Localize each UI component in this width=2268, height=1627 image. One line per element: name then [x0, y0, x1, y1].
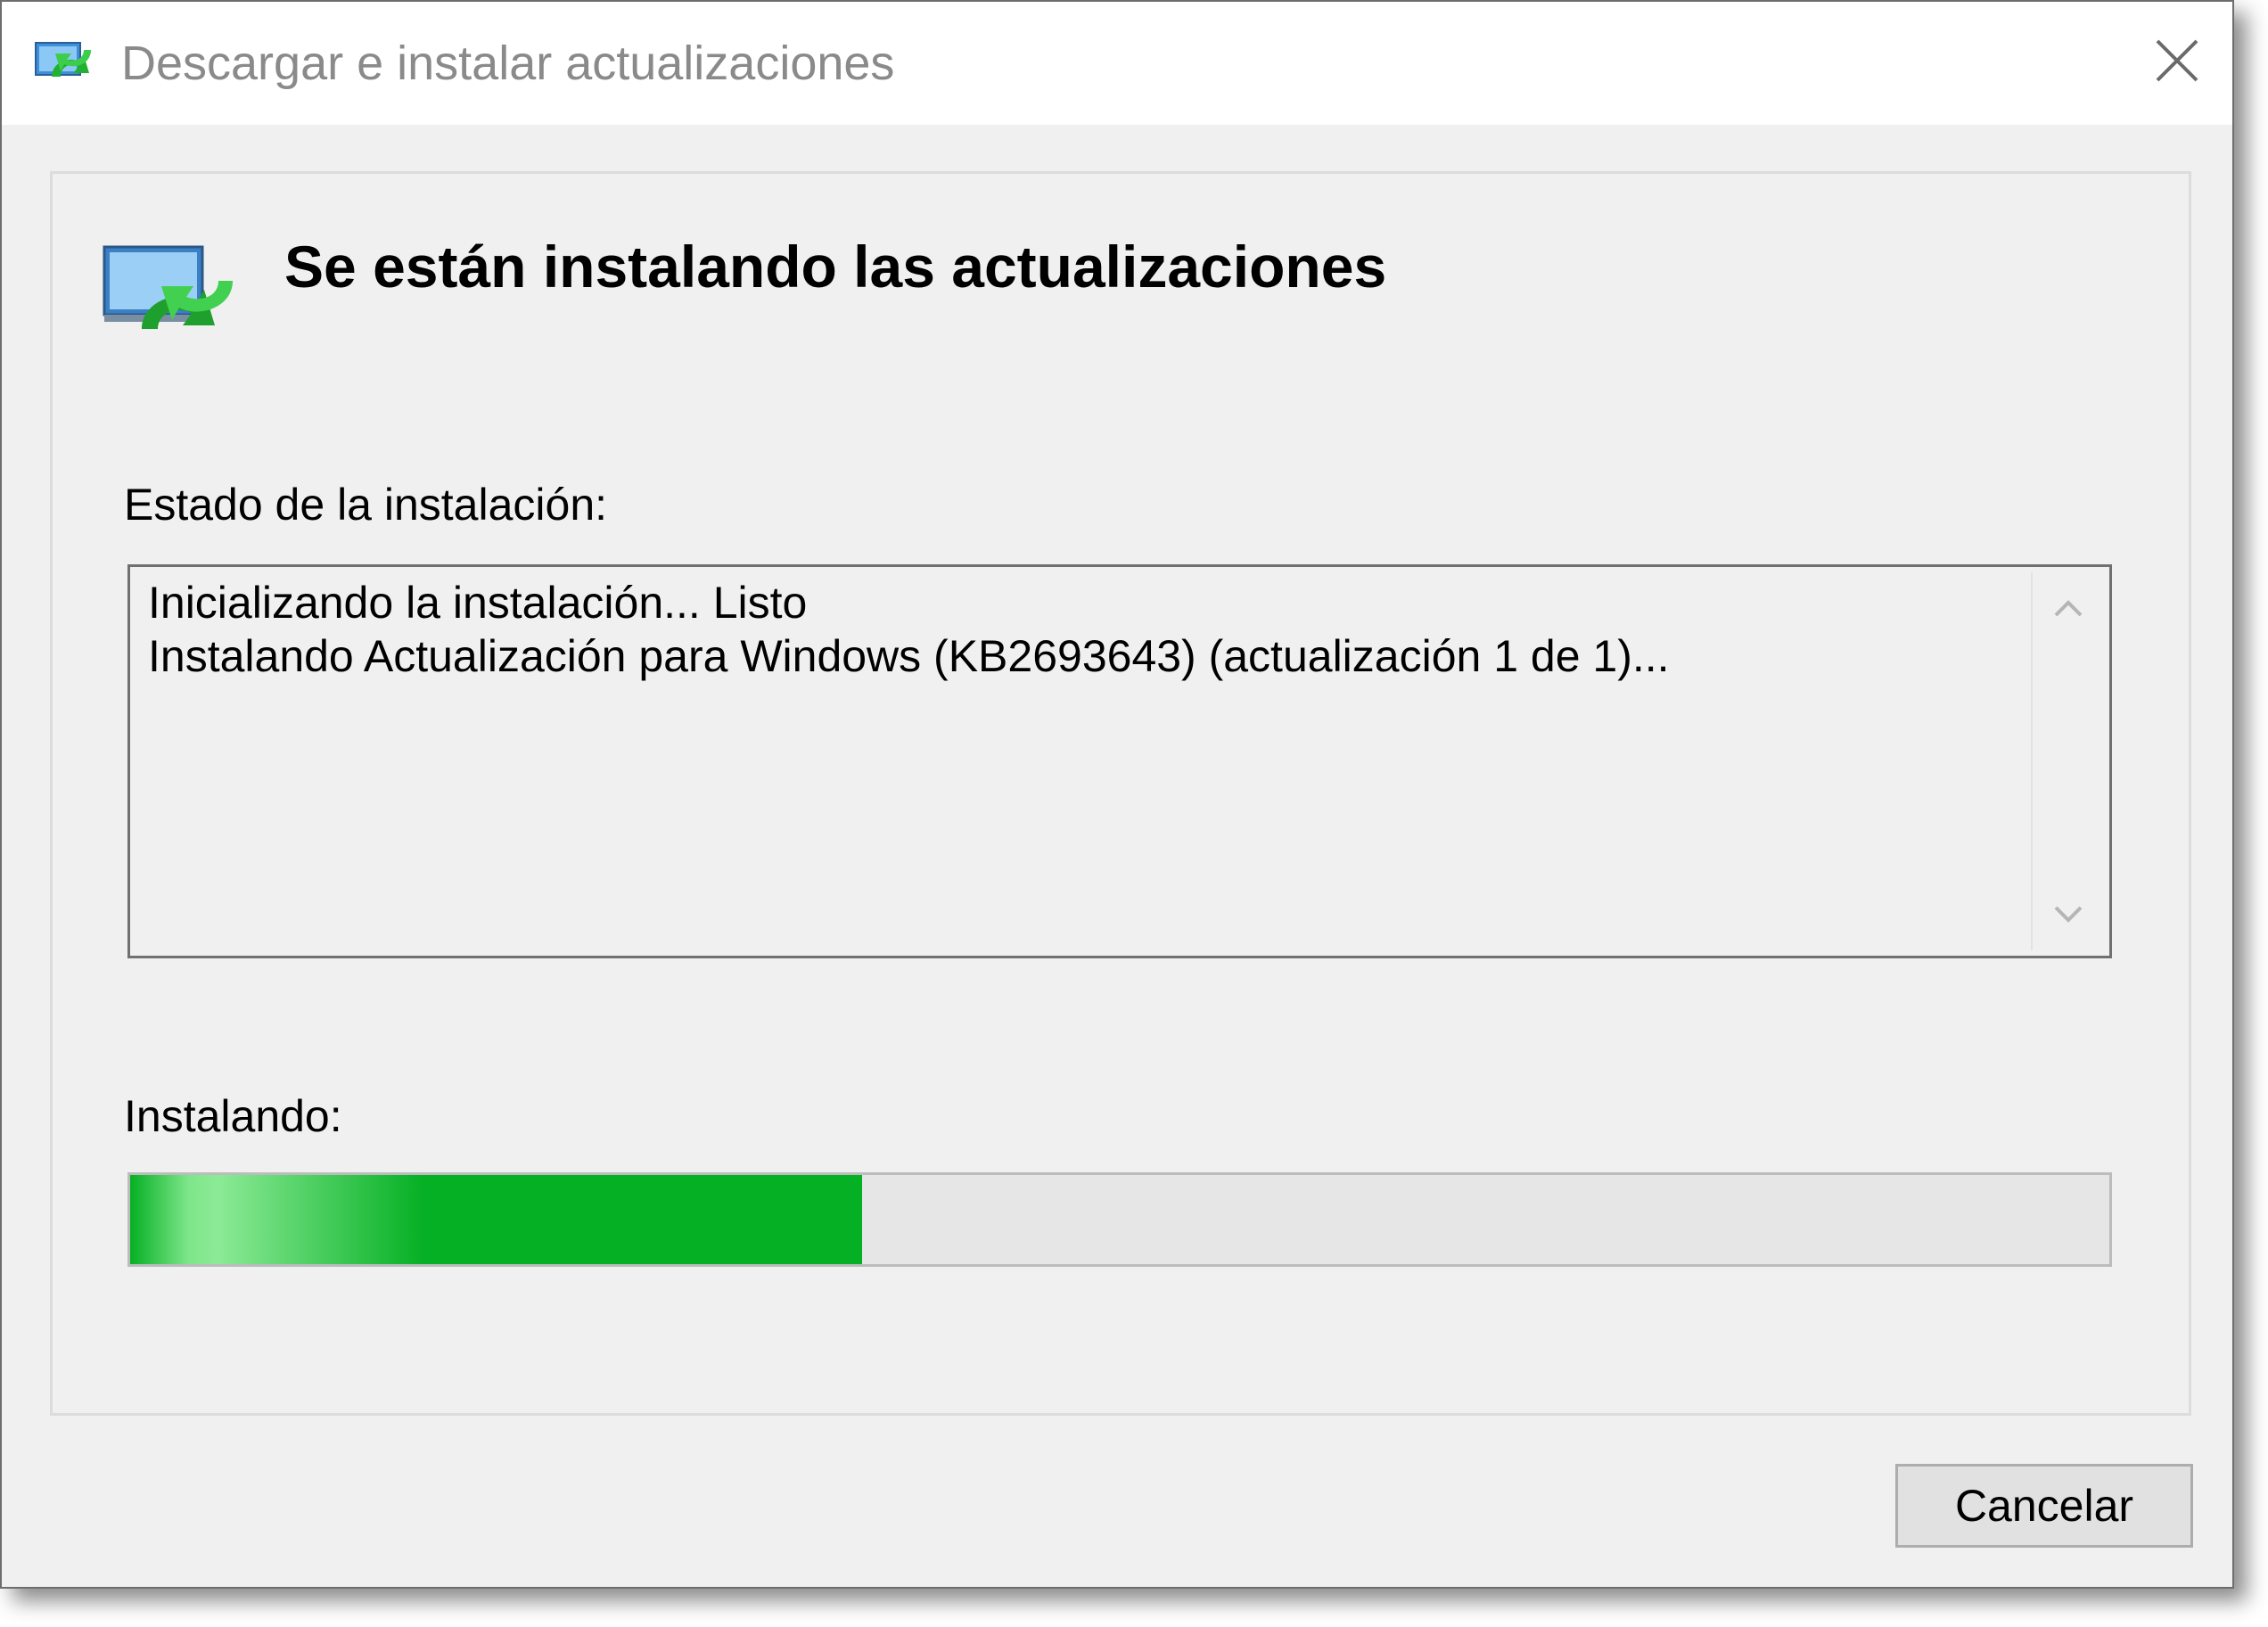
progress-bar [127, 1172, 2112, 1267]
progress-label: Instalando: [124, 1091, 342, 1141]
status-line: Instalando Actualización para Windows (K… [148, 631, 1670, 681]
close-button[interactable] [2140, 27, 2215, 94]
scroll-up-button[interactable] [2033, 572, 2104, 644]
cancel-button[interactable]: Cancelar [1895, 1464, 2193, 1548]
dialog-window: Descargar e instalar actualizaciones Se … [0, 0, 2234, 1589]
progress-bar-fill [130, 1175, 863, 1264]
content-panel: Se están instalando las actualizaciones … [50, 171, 2191, 1416]
status-line: Inicializando la instalación... Listo [148, 578, 808, 628]
windows-update-large-icon [101, 243, 243, 350]
chevron-down-icon [2054, 906, 2083, 923]
close-icon [2156, 39, 2198, 82]
status-label: Estado de la instalación: [124, 480, 608, 530]
window-title: Descargar e instalar actualizaciones [121, 37, 895, 90]
status-log[interactable]: Inicializando la instalación... Listo In… [127, 564, 2112, 958]
chevron-up-icon [2054, 600, 2083, 617]
windows-update-icon [34, 37, 102, 87]
scroll-down-button[interactable] [2033, 879, 2104, 950]
title-bar: Descargar e instalar actualizaciones [2, 2, 2232, 125]
vertical-scrollbar[interactable] [2031, 572, 2104, 950]
status-log-text: Inicializando la instalación... Listo In… [148, 576, 2020, 683]
page-title: Se están instalando las actualizaciones [284, 234, 1387, 300]
